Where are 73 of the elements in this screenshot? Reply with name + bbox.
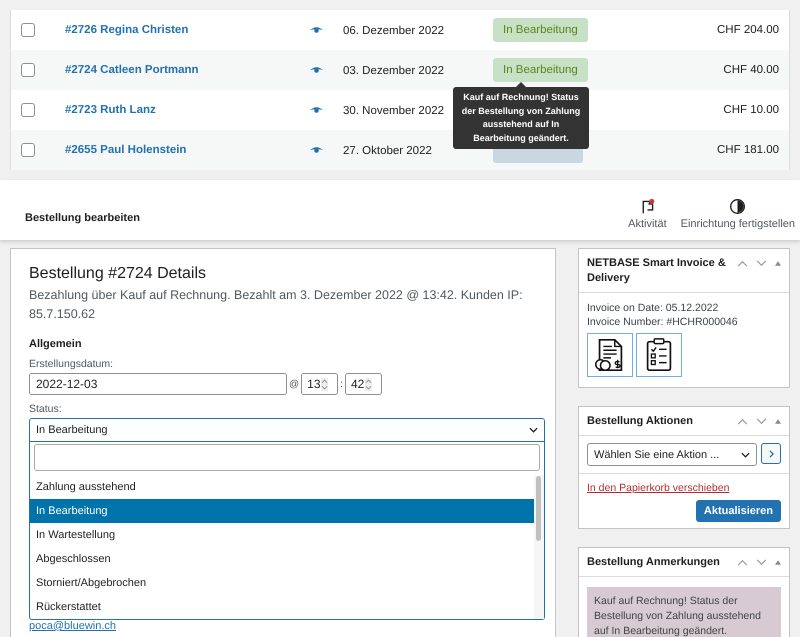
- eye-icon[interactable]: [310, 26, 323, 34]
- field-label: Erstellungsdatum:: [29, 358, 114, 370]
- update-button[interactable]: Aktualisieren: [696, 500, 781, 522]
- hour-field[interactable]: 13: [301, 373, 338, 395]
- trash-link[interactable]: In den Papierkorb verschieben: [587, 482, 730, 494]
- status-option[interactable]: Abgeschlossen: [30, 547, 534, 571]
- triangle-icon[interactable]: [775, 261, 781, 266]
- order-link[interactable]: #2723 Ruth Lanz: [65, 104, 285, 116]
- order-note: Kauf auf Rechnung! Status der Bestellung von Zahlung ausstehend auf In Bearbeitung geändert.: [587, 587, 781, 637]
- action-select[interactable]: Wählen Sie eine Aktion ...: [587, 443, 757, 466]
- checklist-button[interactable]: [636, 333, 682, 377]
- order-date: 06. Dezember 2022: [343, 25, 444, 37]
- at-sign: @: [289, 378, 300, 390]
- order-total: CHF 10.00: [723, 104, 779, 116]
- section-title: Allgemein: [29, 338, 83, 350]
- minute-field[interactable]: 42: [344, 373, 382, 395]
- status-option[interactable]: Rückerstattet: [30, 595, 534, 619]
- page-title: Bestellung bearbeiten: [25, 212, 140, 224]
- triangle-icon[interactable]: [775, 560, 781, 565]
- chevron-down-icon[interactable]: [756, 418, 767, 425]
- email-link[interactable]: poca@bluewin.ch: [29, 620, 543, 632]
- order-total: CHF 40.00: [723, 64, 779, 76]
- chevron-down-icon[interactable]: [756, 559, 767, 566]
- eye-icon[interactable]: [310, 146, 323, 154]
- status-option[interactable]: In Wartestellung: [30, 523, 534, 547]
- chevron-up-icon[interactable]: [737, 559, 748, 566]
- row-checkbox[interactable]: [21, 63, 35, 77]
- spinner-icon[interactable]: [321, 378, 328, 390]
- header-action[interactable]: Aktivität: [628, 198, 667, 230]
- status-badge: In Bearbeitung: [493, 18, 588, 42]
- colon: :: [340, 378, 343, 390]
- status-option[interactable]: Zahlung ausstehend: [30, 475, 534, 499]
- field-label: Status:: [29, 403, 63, 415]
- chevron-down-icon: [741, 452, 750, 458]
- invoice-info: Invoice on Date: 05.12.2022: [587, 301, 720, 315]
- chevron-up-icon[interactable]: [737, 418, 748, 425]
- order-link[interactable]: #2726 Regina Christen: [65, 24, 285, 36]
- search-field[interactable]: [34, 444, 540, 471]
- chevron-right-icon: [768, 450, 774, 458]
- tooltip: Kauf auf Rechnung! Status der Bestellung von Zahlung ausstehend auf In Bearbeitung geändert.: [453, 87, 589, 149]
- order-link[interactable]: #2724 Catleen Portmann: [65, 64, 285, 76]
- spinner-icon[interactable]: [364, 378, 372, 390]
- chevron-down-icon: [529, 427, 538, 433]
- panel-title: Bestellung Aktionen: [587, 414, 694, 429]
- chevron-down-icon[interactable]: [756, 260, 767, 267]
- panel-title: Bestellung Anmerkungen: [587, 555, 721, 570]
- row-checkbox[interactable]: [21, 23, 35, 37]
- status-option[interactable]: In Bearbeitung: [30, 499, 534, 523]
- row-checkbox[interactable]: [21, 103, 35, 117]
- chevron-up-icon[interactable]: [737, 260, 748, 267]
- eye-icon[interactable]: [310, 66, 323, 74]
- order-date: 03. Dezember 2022: [343, 65, 444, 77]
- row-checkbox[interactable]: [21, 143, 35, 157]
- date-field[interactable]: 2022-12-03: [29, 373, 287, 395]
- status-option[interactable]: Storniert/Abgebrochen: [30, 571, 534, 595]
- status-badge: In Bearbeitung: [493, 58, 588, 82]
- half-circle-icon: [729, 198, 746, 215]
- invoice-button[interactable]: [587, 333, 633, 377]
- triangle-icon[interactable]: [775, 419, 781, 424]
- order-link[interactable]: #2655 Paul Holenstein: [65, 144, 285, 156]
- panel-title: NETBASE Smart Invoice & Delivery: [587, 256, 727, 286]
- apply-button[interactable]: [761, 443, 781, 464]
- order-summary: Bezahlung über Kauf auf Rechnung. Bezahlt am 3. Dezember 2022 @ 13:42. Kunden IP: 85.7.150.62: [29, 287, 524, 323]
- invoice-info: Invoice Number: #HCHR000046: [587, 315, 739, 329]
- order-date: 27. Oktober 2022: [343, 145, 432, 157]
- order-total: CHF 204.00: [716, 24, 779, 36]
- header-action[interactable]: Einrichtung fertigstellen: [680, 198, 795, 230]
- order-title: Bestellung #2724 Details: [29, 265, 208, 283]
- eye-icon[interactable]: [310, 106, 323, 114]
- status-select[interactable]: In Bearbeitung: [29, 418, 545, 442]
- order-date: 30. November 2022: [343, 105, 444, 117]
- order-total: CHF 181.00: [716, 144, 779, 156]
- scrollbar[interactable]: [534, 475, 544, 619]
